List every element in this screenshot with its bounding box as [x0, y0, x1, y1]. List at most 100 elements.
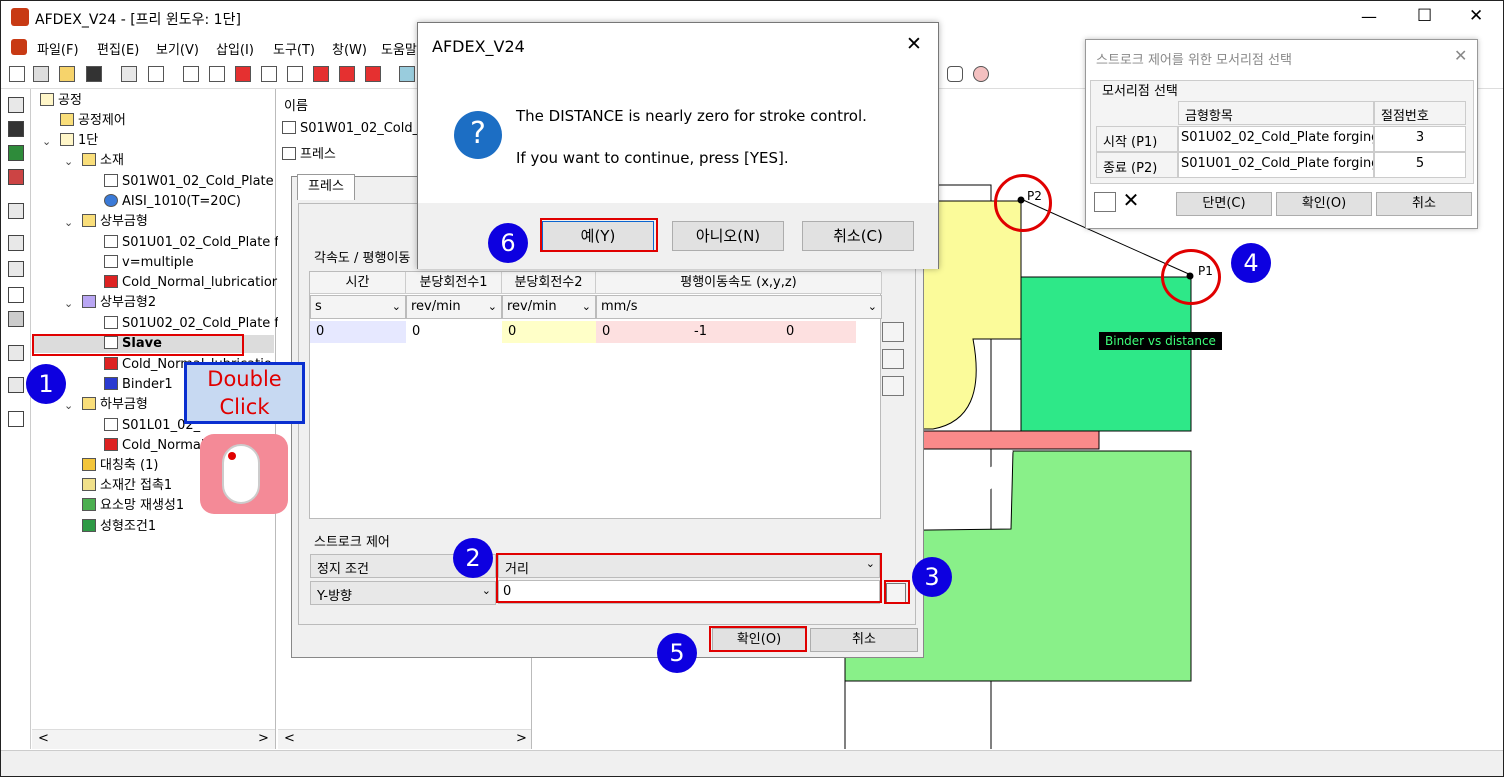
boundary-icon[interactable]: [8, 345, 24, 361]
end-node-cell[interactable]: 5: [1374, 152, 1466, 178]
pick-node-icon[interactable]: [1094, 192, 1116, 212]
menu-window[interactable]: 창(W): [332, 39, 367, 58]
view-red3-icon[interactable]: [339, 66, 355, 82]
section-button[interactable]: 단면(C): [1176, 192, 1272, 216]
menu-edit[interactable]: 편집(E): [97, 39, 139, 58]
clear-x-icon[interactable]: ✕: [1120, 190, 1142, 212]
menu-view[interactable]: 보기(V): [156, 39, 199, 58]
unit-select-rpm1[interactable]: rev/min ⌄: [406, 295, 502, 319]
node-cancel-button[interactable]: 취소: [1376, 192, 1472, 216]
view-red2-icon[interactable]: [313, 66, 329, 82]
pan-hand-icon[interactable]: [947, 66, 963, 82]
tree-node-process[interactable]: 공정: [40, 92, 82, 110]
tree-node-forming-condition[interactable]: 성형조건1: [82, 518, 156, 536]
tree-node-lubrication3[interactable]: Cold_Normal: [104, 437, 204, 455]
tree-node-material[interactable]: AISI_1010(T=20C): [104, 193, 241, 211]
insert-row-icon[interactable]: [882, 376, 904, 396]
distribute-icon[interactable]: [8, 261, 24, 277]
vertical-toolbar: [1, 89, 31, 749]
menu-tools[interactable]: 도구(T): [273, 39, 315, 58]
view-front-icon[interactable]: [209, 66, 225, 82]
start-node-cell[interactable]: 3: [1374, 126, 1466, 152]
cell-vx[interactable]: 0: [596, 321, 688, 343]
hand-tool-icon[interactable]: [8, 121, 24, 137]
node-ok-button[interactable]: 확인(O): [1276, 192, 1372, 216]
end-item-cell[interactable]: S01U01_02_Cold_Plate forging1: [1178, 152, 1374, 178]
tree-node-press-multiple[interactable]: v=multiple: [104, 254, 194, 272]
tree-node-symmetry-axis[interactable]: 대칭축 (1): [82, 457, 158, 475]
export-icon[interactable]: [148, 66, 164, 82]
die-icon: [82, 214, 96, 227]
zoom-target-icon[interactable]: [973, 66, 989, 82]
tree-node-label: 1단: [78, 133, 99, 148]
save-icon[interactable]: [86, 66, 102, 82]
press-cancel-button[interactable]: 취소: [810, 628, 918, 652]
menu-file[interactable]: 파일(F): [37, 39, 79, 58]
cell-vz[interactable]: 0: [780, 321, 856, 343]
unit-select-translation[interactable]: mm/s ⌄: [596, 295, 882, 319]
close-button[interactable]: ✕: [1469, 6, 1483, 26]
open-folder-icon[interactable]: [59, 66, 75, 82]
message-cancel-button[interactable]: 취소(C): [802, 221, 914, 251]
direction-select[interactable]: Y-방향 ⌄: [310, 581, 496, 605]
tree-node-lower-die[interactable]: 하부금형: [82, 396, 148, 414]
align-icon[interactable]: [8, 235, 24, 251]
tree-node-workpiece[interactable]: 소재: [82, 152, 124, 170]
monitor-icon[interactable]: [8, 145, 24, 161]
tree-node-remesh[interactable]: 요소망 재생성1: [82, 497, 184, 515]
unit-value: rev/min: [411, 299, 461, 314]
checklist-icon[interactable]: [8, 411, 24, 427]
tree-horizontal-scrollbar[interactable]: < >: [32, 729, 275, 749]
minimize-button[interactable]: —: [1361, 7, 1377, 26]
cell-rpm1[interactable]: 0: [406, 321, 502, 343]
tree-node-lubrication[interactable]: Cold_Normal_lubricatior: [104, 274, 277, 292]
delete-row-icon[interactable]: [882, 349, 904, 369]
scroll-right-icon[interactable]: >: [516, 731, 527, 746]
add-row-icon[interactable]: [882, 322, 904, 342]
message-close-button[interactable]: ✕: [906, 33, 922, 55]
tree-node-upper-die-mesh[interactable]: S01U01_02_Cold_Plate f: [104, 234, 279, 252]
scroll-left-icon[interactable]: <: [38, 731, 49, 746]
panel-item-workpiece[interactable]: S01W01_02_Cold_P: [282, 121, 427, 136]
tree-node-upper-die2[interactable]: 상부금형2: [82, 294, 156, 312]
tree-node-contact[interactable]: 소재간 접촉1: [82, 477, 172, 495]
screen-icon[interactable]: [8, 203, 24, 219]
maximize-button[interactable]: ☐: [1417, 6, 1432, 26]
step-5-badge: 5: [657, 633, 697, 673]
new-file-icon[interactable]: [9, 66, 25, 82]
display-icon[interactable]: [8, 169, 24, 185]
tree-view-icon[interactable]: [8, 97, 24, 113]
cube-outline-icon[interactable]: [8, 287, 24, 303]
tree-node-upper-die2-mesh[interactable]: S01U02_02_Cold_Plate f: [104, 315, 279, 333]
tree-node-upper-die[interactable]: 상부금형: [82, 213, 148, 231]
start-item-cell[interactable]: S01U02_02_Cold_Plate forging1: [1178, 126, 1374, 152]
unit-select-time[interactable]: s ⌄: [310, 295, 406, 319]
open-file-icon[interactable]: [33, 66, 49, 82]
tab-press[interactable]: 프레스: [297, 174, 355, 200]
no-button[interactable]: 아니오(N): [672, 221, 784, 251]
cell-vy[interactable]: -1: [688, 321, 780, 343]
import-icon[interactable]: [121, 66, 137, 82]
tree-node-binder[interactable]: Binder1: [104, 376, 173, 394]
node-dialog-close-button[interactable]: ✕: [1454, 46, 1467, 65]
panel-horizontal-scrollbar[interactable]: < >: [278, 729, 531, 749]
scroll-right-icon[interactable]: >: [258, 731, 269, 746]
measure-icon[interactable]: [8, 311, 24, 327]
tree-node-stage1[interactable]: 1단: [60, 132, 98, 150]
unit-select-rpm2[interactable]: rev/min ⌄: [502, 295, 596, 319]
panel-item-press[interactable]: 프레스: [282, 143, 336, 162]
scroll-left-icon[interactable]: <: [284, 731, 295, 746]
view-red-icon[interactable]: [235, 66, 251, 82]
cell-time[interactable]: 0: [310, 321, 406, 343]
person-icon[interactable]: [8, 377, 24, 393]
view-top-icon[interactable]: [287, 66, 303, 82]
menu-help[interactable]: 도움말: [381, 39, 417, 58]
view-iso-icon[interactable]: [399, 66, 415, 82]
view-cube-icon[interactable]: [183, 66, 199, 82]
tree-node-workpiece-mesh[interactable]: S01W01_02_Cold_Plate: [104, 173, 274, 191]
view-side-icon[interactable]: [261, 66, 277, 82]
cell-rpm2[interactable]: 0: [502, 321, 596, 343]
menu-insert[interactable]: 삽입(I): [216, 39, 254, 58]
tree-node-process-control[interactable]: 공정제어: [60, 112, 126, 130]
view-red4-icon[interactable]: [365, 66, 381, 82]
